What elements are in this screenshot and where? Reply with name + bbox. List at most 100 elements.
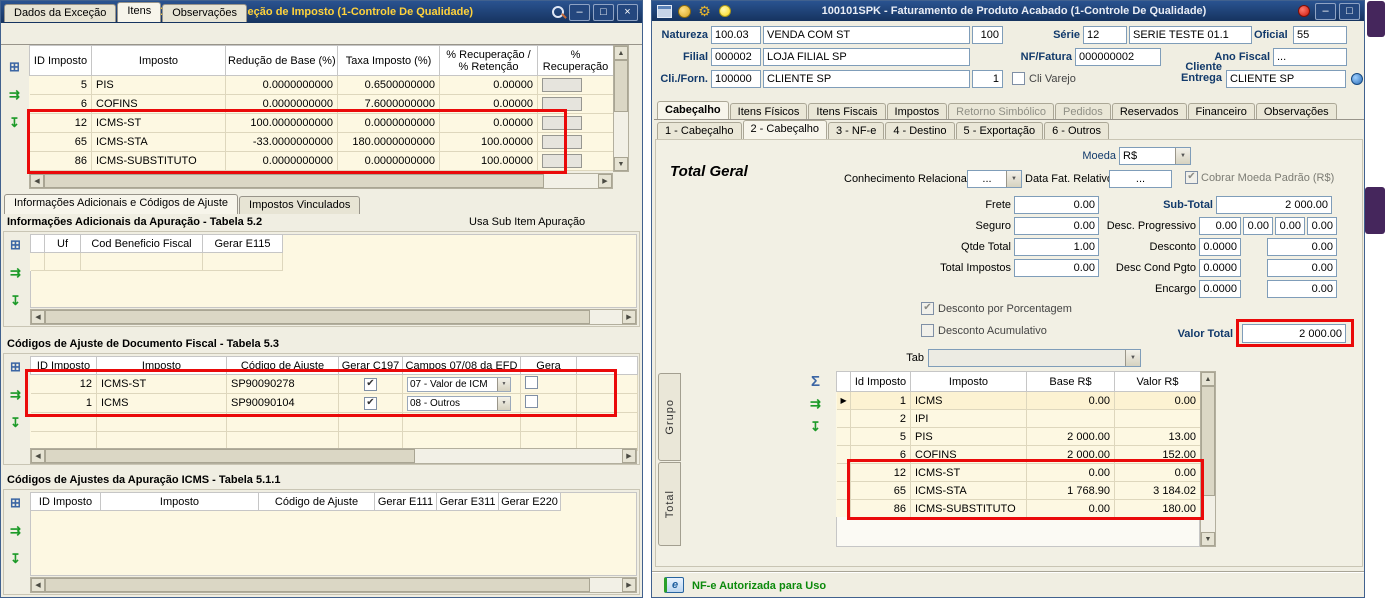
scroll-right-icon[interactable]: ▶ [598, 174, 612, 188]
col-id-imposto[interactable]: Id Imposto [850, 371, 911, 392]
tax-row[interactable]: 86 ICMS-SUBSTITUTO 0.0000000000 0.000000000… [29, 151, 614, 171]
cell-campos[interactable]: 08 - Outros ▼ [402, 393, 521, 413]
apply-icon[interactable]: ↧ [7, 415, 24, 431]
cell-valor[interactable]: 0.00 [1114, 463, 1201, 482]
cell-base[interactable]: 2 000.00 [1026, 445, 1115, 464]
cell-valor[interactable]: 0.00 [1114, 391, 1201, 410]
desconto-pct-field[interactable] [1199, 238, 1241, 256]
col-valor[interactable]: Valor R$ [1114, 371, 1201, 392]
scroll-right-icon[interactable]: ▶ [622, 578, 636, 592]
cell[interactable] [520, 412, 577, 432]
tab-cabecalho[interactable]: Cabeçalho [657, 101, 729, 120]
cell-valor[interactable] [1114, 409, 1201, 428]
natureza-code-field[interactable] [711, 26, 761, 44]
tax-grid-vscroll[interactable]: ▲ ▼ [613, 45, 629, 172]
serie-desc-field[interactable] [1129, 26, 1252, 44]
scroll-up-icon[interactable]: ▲ [614, 46, 628, 60]
subtab-1-cabecalho[interactable]: 1 - Cabeçalho [657, 122, 742, 139]
col-gerar-c197[interactable]: Gerar C197 [338, 356, 403, 375]
insert-row-icon[interactable]: ⊞ [6, 59, 23, 75]
desc-prog-field-4[interactable] [1307, 217, 1337, 235]
col-base[interactable]: Base R$ [1026, 371, 1115, 392]
desc-prog-field-1[interactable] [1199, 217, 1241, 235]
cell-base[interactable]: 2 000.00 [1026, 427, 1115, 446]
tab-impostos[interactable]: Impostos [886, 103, 948, 120]
scroll-thumb[interactable] [1201, 386, 1215, 496]
cell-base[interactable]: 0.00 [1026, 499, 1115, 518]
tab-itens-fiscais[interactable]: Itens Fiscais [808, 103, 886, 120]
export-icon[interactable]: ⇉ [7, 265, 24, 281]
cell-valor[interactable]: 3 184.02 [1114, 481, 1201, 500]
cell-imposto[interactable]: ICMS-ST [91, 113, 226, 133]
cell-id[interactable]: 1 [30, 393, 97, 413]
filial-desc-field[interactable] [763, 48, 970, 66]
cell-taxa[interactable]: 7.6000000000 [337, 94, 440, 114]
minimize-button[interactable]: – [1315, 2, 1336, 20]
cell-id[interactable]: 12 [850, 463, 911, 482]
export-icon[interactable]: ⇉ [7, 387, 24, 403]
section-5-3-hscroll[interactable]: ◀ ▶ [30, 448, 637, 464]
cell-id[interactable]: 6 [850, 445, 911, 464]
cell-id[interactable]: 5 [29, 75, 92, 95]
cell-valor[interactable]: 13.00 [1114, 427, 1201, 446]
bulb-icon[interactable] [716, 3, 733, 19]
maximize-button[interactable]: □ [1339, 2, 1360, 20]
cell[interactable] [338, 412, 403, 432]
export-icon[interactable]: ⇉ [7, 523, 24, 539]
campos-efd-select[interactable]: 07 - Valor de ICM ▼ [407, 376, 511, 392]
docked-panel-tab[interactable] [1365, 187, 1385, 234]
scroll-left-icon[interactable]: ◀ [31, 310, 45, 324]
impostos-grid-vscroll[interactable]: ▲ ▼ [1200, 371, 1216, 547]
cobrar-moeda-checkbox[interactable] [1185, 171, 1198, 184]
subtab-4-destino[interactable]: 4 - Destino [885, 122, 955, 139]
coins-icon[interactable] [676, 3, 693, 19]
cell-id[interactable]: 65 [29, 132, 92, 152]
scroll-thumb[interactable] [45, 310, 590, 324]
col-codigo-ajuste[interactable]: Código de Ajuste [226, 356, 339, 375]
apply-icon[interactable]: ↧ [6, 115, 23, 131]
alert-icon[interactable] [1295, 3, 1312, 19]
cell-gera[interactable] [520, 393, 577, 413]
cell-reducao[interactable]: 0.0000000000 [225, 94, 338, 114]
col-cod-beneficio[interactable]: Cod Beneficio Fiscal [80, 234, 203, 253]
col-recuperacao-retencao[interactable]: % Recuperação /% Retenção [439, 45, 538, 76]
natureza-extra-field[interactable] [972, 26, 1003, 44]
cell-reducao[interactable]: -33.0000000000 [225, 132, 338, 152]
empty-row[interactable] [30, 412, 638, 432]
cell-taxa[interactable]: 180.0000000000 [337, 132, 440, 152]
col-imposto[interactable]: Imposto [91, 45, 226, 76]
cell-imposto[interactable]: COFINS [91, 94, 226, 114]
right-titlebar[interactable]: ⚙ 100101SPK - Faturamento de Produto Aca… [652, 1, 1364, 21]
cell-gera[interactable] [520, 374, 577, 394]
apply-icon[interactable]: ↧ [807, 419, 824, 435]
dropdown-icon[interactable]: ▼ [1125, 350, 1140, 366]
col-uf[interactable]: Uf [44, 234, 81, 253]
cell[interactable] [402, 412, 521, 432]
cell-imposto[interactable]: PIS [910, 427, 1027, 446]
tab-observacoes[interactable]: Observações [162, 4, 248, 22]
section-5-1-1-hscroll[interactable]: ◀ ▶ [30, 577, 637, 593]
data-fat-field[interactable] [1109, 170, 1172, 188]
dropdown-icon[interactable]: ▼ [497, 396, 510, 410]
cell-gerar-c197[interactable] [338, 374, 403, 394]
cell[interactable] [226, 412, 339, 432]
tax-row[interactable]: 6 COFINS 0.0000000000 7.6000000000 0.00000 [29, 94, 614, 114]
filial-code-field[interactable] [711, 48, 761, 66]
nf-fatura-field[interactable] [1075, 48, 1161, 66]
col-id-imposto[interactable]: ID Imposto [30, 492, 101, 511]
tab-dados-excecao[interactable]: Dados da Exceção [4, 4, 117, 22]
imposto-row[interactable]: 65 ICMS-STA 1 768.90 3 184.02 [836, 481, 1201, 500]
cell-id[interactable]: 5 [850, 427, 911, 446]
conhecimento-field[interactable]: ... ▼ [967, 170, 1022, 188]
dropdown-icon[interactable]: ▼ [1006, 171, 1021, 187]
desconto-porcentagem-checkbox[interactable] [921, 302, 934, 315]
frete-field[interactable] [1014, 196, 1099, 214]
cell-campos[interactable]: 07 - Valor de ICM ▼ [402, 374, 521, 394]
desc-prog-field-2[interactable] [1243, 217, 1273, 235]
scroll-thumb[interactable] [44, 174, 544, 188]
search-icon[interactable] [550, 4, 566, 20]
col-gerar-e311[interactable]: Gerar E311 [436, 492, 499, 511]
maximize-button[interactable]: □ [593, 3, 614, 21]
col-gerar-e115[interactable]: Gerar E115 [202, 234, 283, 253]
cell-imposto[interactable]: ICMS-ST [910, 463, 1027, 482]
